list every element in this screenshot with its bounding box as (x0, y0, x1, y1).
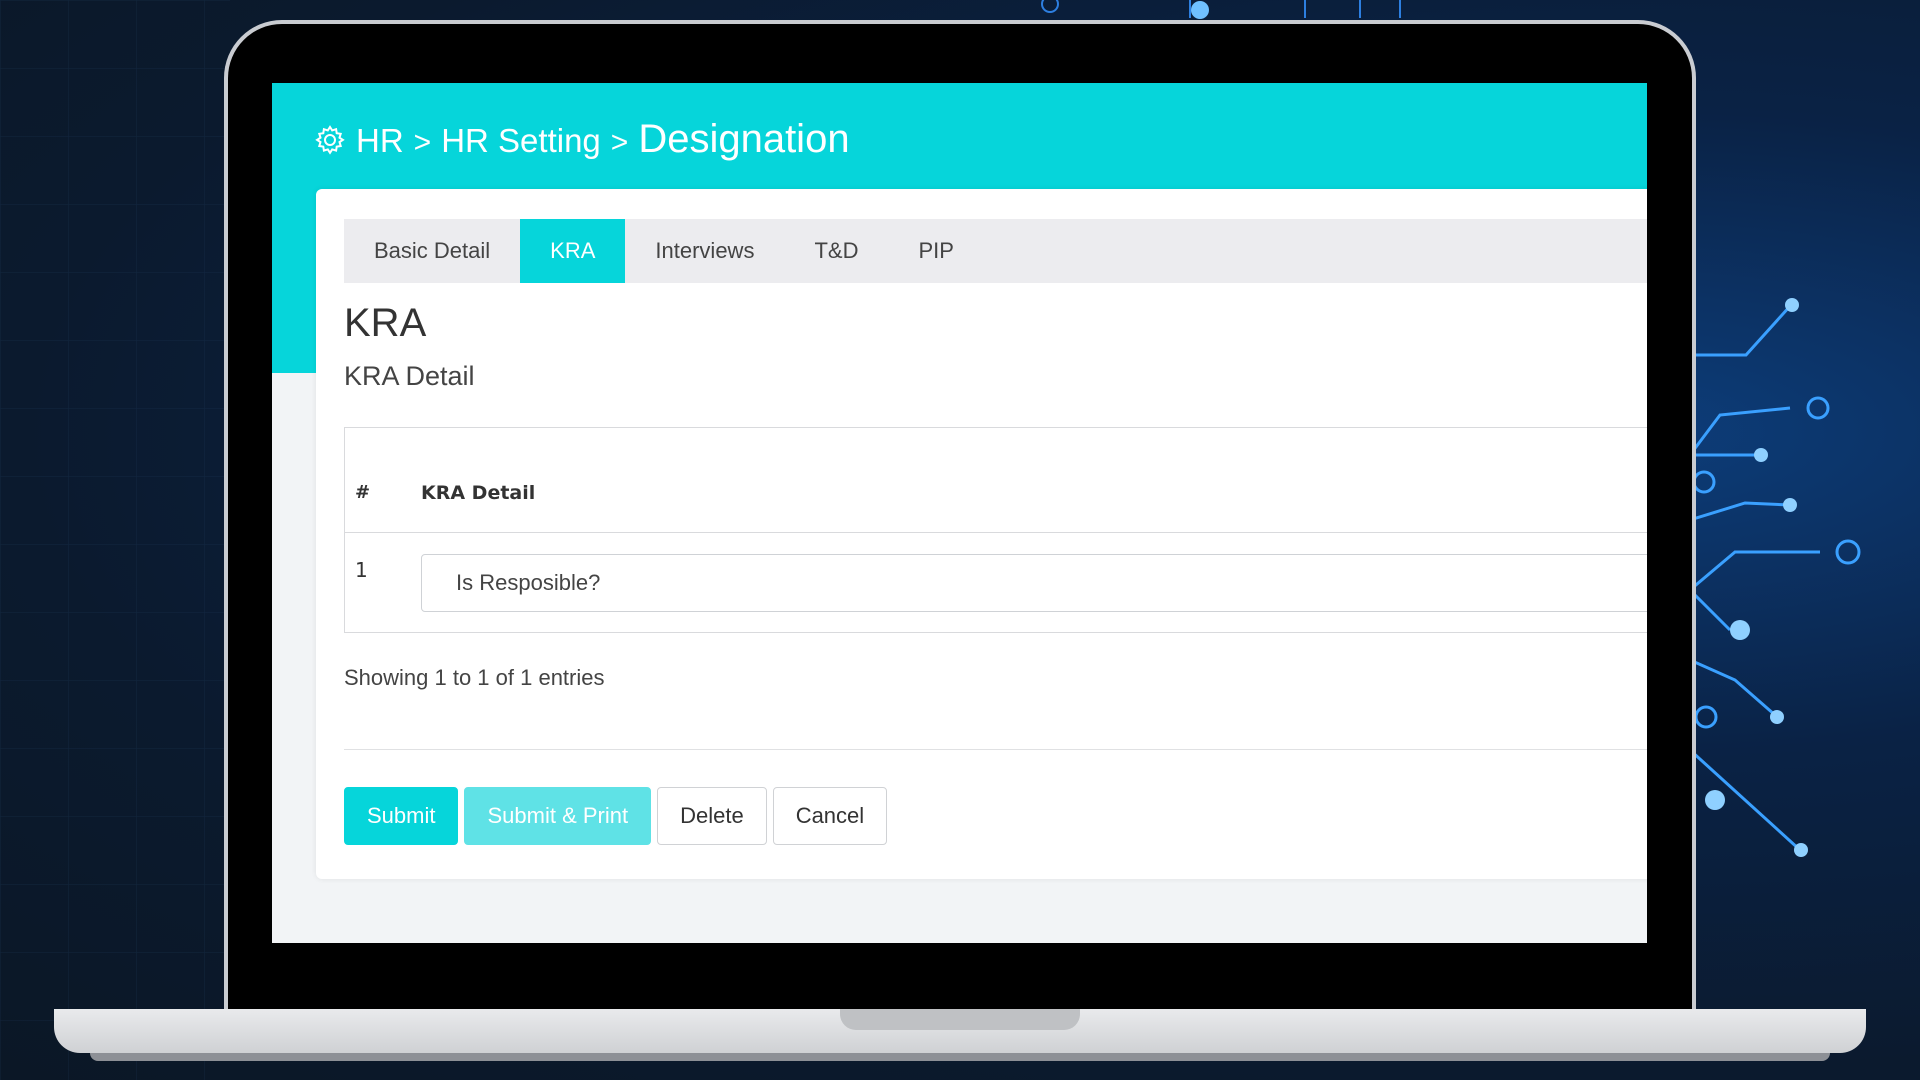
section-title: KRA (344, 301, 427, 345)
laptop-base-shadow (90, 1053, 1830, 1061)
table-header: # KRA Detail (345, 428, 1647, 533)
breadcrumb: HR > HR Setting > Designation (314, 117, 850, 162)
laptop-notch (840, 1009, 1080, 1030)
submit-print-button[interactable]: Submit & Print (464, 787, 652, 845)
divider (344, 749, 1647, 750)
cancel-button[interactable]: Cancel (772, 787, 888, 845)
column-header-number: # (355, 482, 371, 503)
breadcrumb-separator: > (413, 126, 432, 159)
gear-icon (315, 124, 345, 155)
tab-pip[interactable]: PIP (888, 219, 983, 283)
circuit-decoration (1690, 298, 1861, 857)
breadcrumb-separator: > (610, 126, 629, 159)
app-screen: HR > HR Setting > Designation Basic Deta… (272, 83, 1647, 943)
tab-basic-detail[interactable]: Basic Detail (344, 219, 520, 283)
table-info: Showing 1 to 1 of 1 entries (344, 665, 605, 690)
column-header-kra-detail: KRA Detail (421, 482, 536, 504)
breadcrumb-hr-setting[interactable]: HR Setting (441, 122, 601, 160)
breadcrumb-hr[interactable]: HR (356, 122, 404, 160)
kra-detail-input[interactable] (421, 554, 1647, 612)
tab-t-and-d[interactable]: T&D (784, 219, 888, 283)
tab-bar: Basic Detail KRA Interviews T&D PIP (344, 219, 1647, 283)
tab-kra[interactable]: KRA (520, 219, 626, 283)
submit-button[interactable]: Submit (344, 787, 459, 845)
tab-interviews[interactable]: Interviews (625, 219, 784, 283)
background-pattern (0, 0, 230, 1080)
kra-table: # KRA Detail 1 (344, 427, 1647, 633)
form-card: Basic Detail KRA Interviews T&D PIP KRA … (316, 189, 1647, 879)
header-strip (272, 183, 316, 373)
delete-button[interactable]: Delete (657, 787, 767, 845)
row-number: 1 (355, 558, 368, 582)
section-subtitle: KRA Detail (344, 361, 475, 391)
action-buttons: Submit Submit & Print Delete Cancel (344, 787, 888, 845)
page-title: Designation (638, 117, 850, 161)
